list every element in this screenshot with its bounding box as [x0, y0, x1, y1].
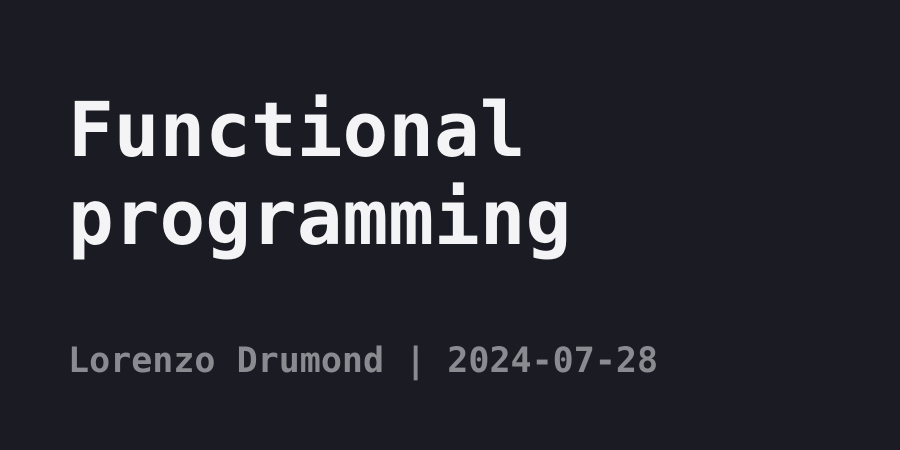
meta-separator: | [384, 341, 448, 381]
post-date: 2024-07-28 [447, 341, 659, 381]
author-name: Lorenzo Drumond [68, 341, 385, 381]
post-card: Functional programming Lorenzo Drumond |… [0, 0, 900, 450]
post-meta: Lorenzo Drumond | 2024-07-28 [68, 340, 658, 382]
post-title: Functional programming [68, 85, 572, 262]
